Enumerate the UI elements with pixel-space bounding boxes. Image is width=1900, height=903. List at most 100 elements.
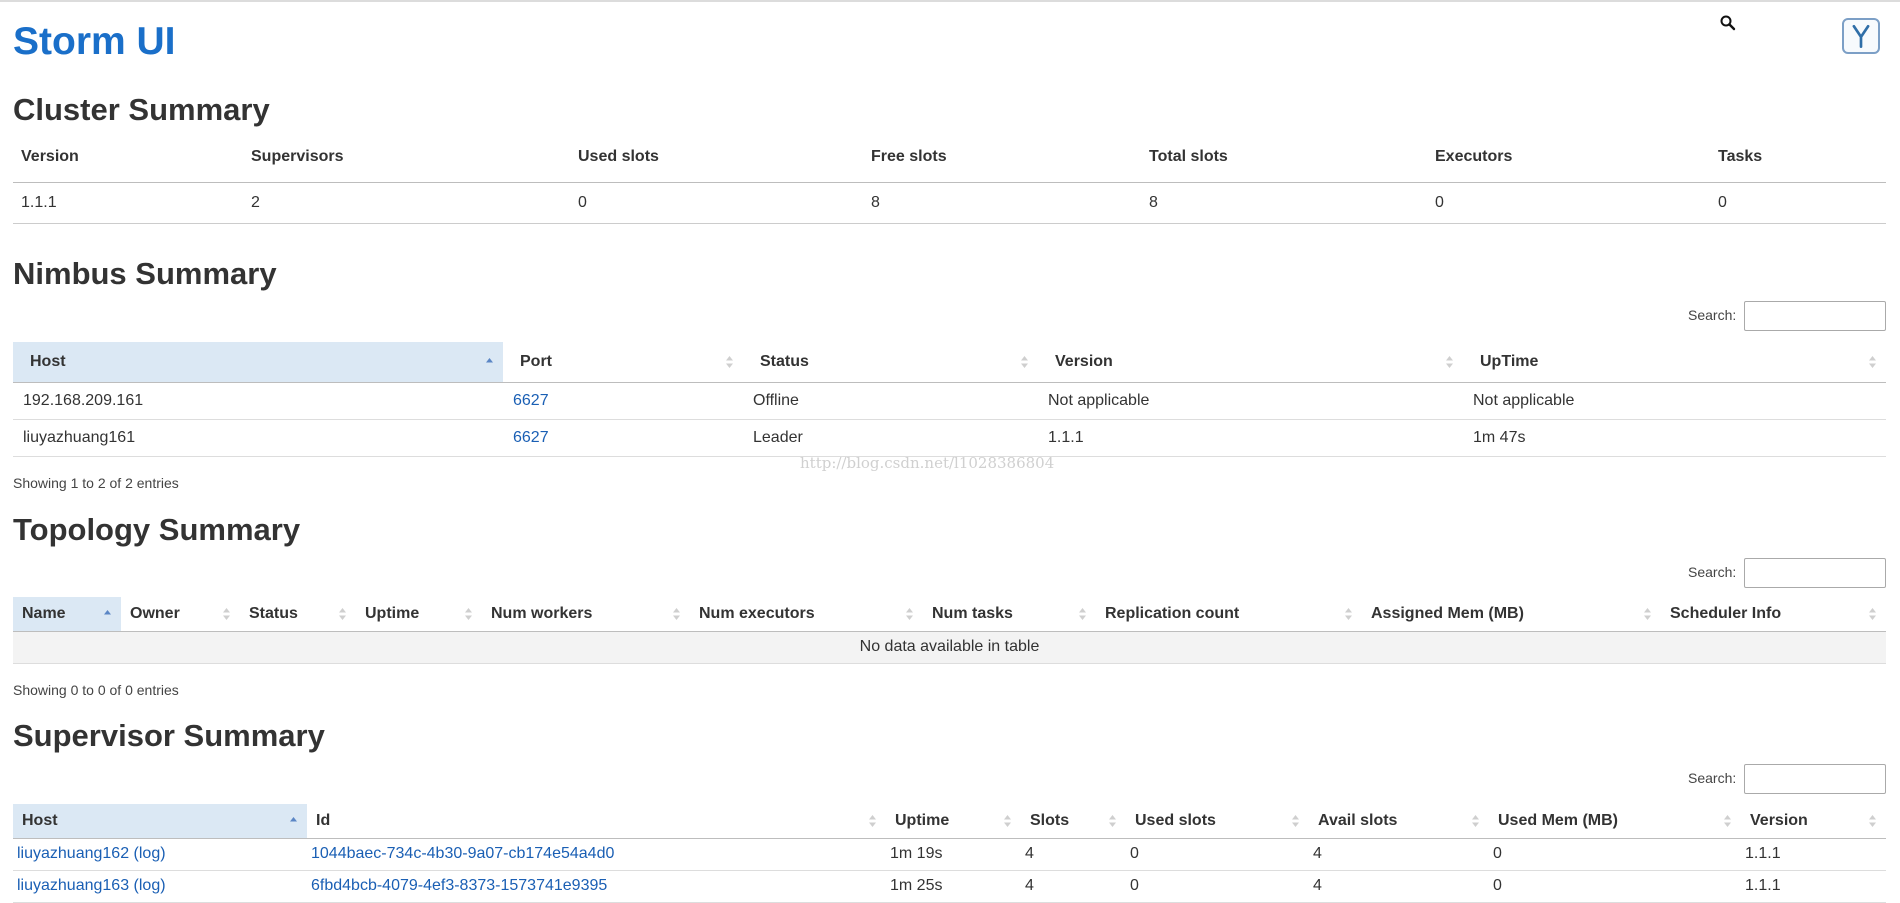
watermark: http://blog.csdn.net/l1028386804 xyxy=(800,454,1055,472)
sort-both-icon xyxy=(726,355,733,368)
sort-both-icon xyxy=(1724,814,1731,827)
col-uptime-label: Uptime xyxy=(365,604,420,622)
app-title[interactable]: Storm UI xyxy=(13,20,176,64)
table-row: 1.1.1 2 0 8 8 0 0 xyxy=(13,182,1886,224)
y-logo-icon[interactable] xyxy=(1842,18,1880,54)
col-used-mem[interactable]: Used Mem (MB) xyxy=(1489,804,1741,839)
supervisor-id-link[interactable]: 1044baec-734c-4b30-9a07-cb174e54a4d0 xyxy=(311,845,614,862)
port-link[interactable]: 6627 xyxy=(513,429,549,446)
col-uptime[interactable]: Uptime xyxy=(356,597,482,632)
col-num-executors[interactable]: Num executors xyxy=(690,597,923,632)
supervisor-id-link[interactable]: 6fbd4bcb-4079-4ef3-8373-1573741e9395 xyxy=(311,877,607,894)
sort-both-icon xyxy=(223,607,230,620)
log-link[interactable]: (log) xyxy=(134,877,166,894)
col-replication-count[interactable]: Replication count xyxy=(1096,597,1362,632)
cell-host: liuyazhuang161 xyxy=(13,419,503,457)
sort-both-icon xyxy=(1079,607,1086,620)
sort-both-icon xyxy=(1345,607,1352,620)
cell-status: Leader xyxy=(743,419,1038,457)
log-link[interactable]: (log) xyxy=(134,845,166,862)
cell-slots: 4 xyxy=(1021,838,1126,871)
sort-both-icon xyxy=(1869,814,1876,827)
col-avail-slots-label: Avail slots xyxy=(1318,811,1398,829)
sort-asc-icon xyxy=(104,609,111,615)
col-executors: Executors xyxy=(1427,132,1710,183)
col-name[interactable]: Name xyxy=(13,597,121,632)
col-id[interactable]: Id xyxy=(307,804,886,839)
cell-avail-slots: 4 xyxy=(1309,870,1489,903)
col-free-slots: Free slots xyxy=(863,132,1141,183)
cell-used-slots: 0 xyxy=(1126,838,1309,871)
col-supervisors: Supervisors xyxy=(243,132,570,183)
search-icon[interactable] xyxy=(1719,14,1737,32)
sort-both-icon xyxy=(1446,355,1453,368)
nimbus-search-input[interactable] xyxy=(1744,301,1886,331)
col-num-workers-label: Num workers xyxy=(491,604,593,622)
sort-asc-icon xyxy=(486,357,493,363)
port-link[interactable]: 6627 xyxy=(513,392,549,409)
col-scheduler-info[interactable]: Scheduler Info xyxy=(1661,597,1886,632)
table-row: liuyazhuang162 (log) 1044baec-734c-4b30-… xyxy=(13,838,1886,871)
sort-both-icon xyxy=(1869,355,1876,368)
table-row: 192.168.209.161 6627 Offline Not applica… xyxy=(13,382,1886,420)
col-status[interactable]: Status xyxy=(240,597,356,632)
supervisor-search-input[interactable] xyxy=(1744,764,1886,794)
cell-tasks: 0 xyxy=(1710,182,1886,224)
col-port[interactable]: Port xyxy=(503,342,743,383)
sort-both-icon xyxy=(906,607,913,620)
cluster-summary-title: Cluster Summary xyxy=(13,92,270,127)
col-uptime[interactable]: Uptime xyxy=(886,804,1021,839)
host-link[interactable]: liuyazhuang162 xyxy=(17,845,129,862)
col-num-tasks[interactable]: Num tasks xyxy=(923,597,1096,632)
supervisor-search-label: Search: xyxy=(1688,770,1737,786)
cell-uptime: Not applicable xyxy=(1463,382,1886,420)
cell-used-slots: 0 xyxy=(570,182,863,224)
cell-supervisors: 2 xyxy=(243,182,570,224)
col-used-slots-label: Used slots xyxy=(1135,811,1216,829)
col-used-slots[interactable]: Used slots xyxy=(1126,804,1309,839)
cell-status: Offline xyxy=(743,382,1038,420)
col-host-label: Host xyxy=(22,811,58,829)
col-host[interactable]: Host xyxy=(13,804,307,839)
nimbus-table-info: Showing 1 to 2 of 2 entries xyxy=(13,475,179,491)
host-link[interactable]: liuyazhuang163 xyxy=(17,877,129,894)
cell-version: Not applicable xyxy=(1038,382,1463,420)
col-host[interactable]: Host xyxy=(13,342,503,383)
nimbus-summary-table: Host Port Status Version UpTime 192.168.… xyxy=(13,342,1886,457)
empty-table-message: No data available in table xyxy=(13,631,1886,664)
sort-both-icon xyxy=(869,814,876,827)
col-avail-slots[interactable]: Avail slots xyxy=(1309,804,1489,839)
col-status[interactable]: Status xyxy=(743,342,1038,383)
col-status-label: Status xyxy=(760,352,809,370)
empty-row: No data available in table xyxy=(13,631,1886,664)
supervisor-summary-table: Host Id Uptime Slots Used slots Avail sl… xyxy=(13,804,1886,903)
cell-version: 1.1.1 xyxy=(1038,419,1463,457)
col-version[interactable]: Version xyxy=(1038,342,1463,383)
cell-version: 1.1.1 xyxy=(1741,870,1886,903)
col-slots-label: Slots xyxy=(1030,811,1070,829)
cell-uptime: 1m 47s xyxy=(1463,419,1886,457)
col-assigned-mem[interactable]: Assigned Mem (MB) xyxy=(1362,597,1661,632)
sort-both-icon xyxy=(1644,607,1651,620)
cell-total-slots: 8 xyxy=(1141,182,1427,224)
col-slots[interactable]: Slots xyxy=(1021,804,1126,839)
topology-search-input[interactable] xyxy=(1744,558,1886,588)
col-version[interactable]: Version xyxy=(1741,804,1886,839)
cell-version: 1.1.1 xyxy=(13,182,243,224)
sort-both-icon xyxy=(1292,814,1299,827)
sort-both-icon xyxy=(339,607,346,620)
cell-used-mem: 0 xyxy=(1489,870,1741,903)
sort-both-icon xyxy=(465,607,472,620)
cell-executors: 0 xyxy=(1427,182,1710,224)
table-row: liuyazhuang161 6627 Leader 1.1.1 1m 47s xyxy=(13,419,1886,457)
col-uptime[interactable]: UpTime xyxy=(1463,342,1886,383)
topology-summary-title: Topology Summary xyxy=(13,512,301,547)
cell-slots: 4 xyxy=(1021,870,1126,903)
col-owner[interactable]: Owner xyxy=(121,597,240,632)
col-num-workers[interactable]: Num workers xyxy=(482,597,690,632)
cell-used-slots: 0 xyxy=(1126,870,1309,903)
col-num-executors-label: Num executors xyxy=(699,604,815,622)
col-id-label: Id xyxy=(316,811,331,829)
cluster-header-row: Version Supervisors Used slots Free slot… xyxy=(13,132,1886,183)
topology-search-label: Search: xyxy=(1688,564,1737,580)
